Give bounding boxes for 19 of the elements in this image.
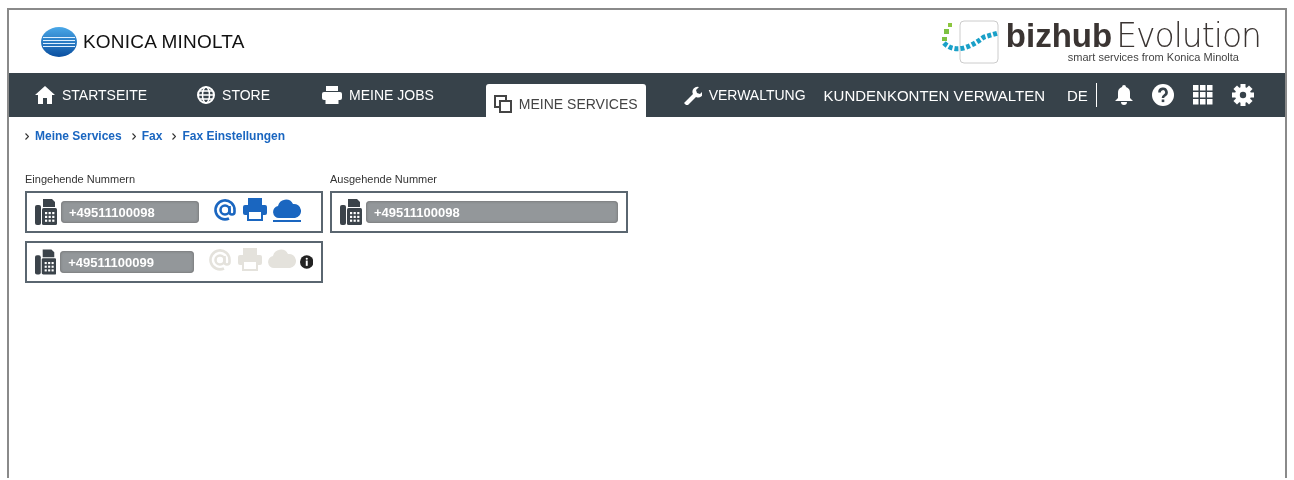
tagline: smart services from Konica Minolta — [1067, 50, 1239, 63]
nav-tab[interactable]: VERWALTUNG — [681, 73, 806, 117]
section-label: Ausgehende Nummer — [330, 173, 438, 185]
nav-tab[interactable]: STORE — [197, 73, 297, 117]
breadcrumb-link[interactable]: Fax — [141, 129, 163, 143]
phone-number-field: +49511100098 — [61, 201, 199, 223]
product-name: Evolution — [1116, 20, 1261, 51]
brand-name: KONICA MINOLTA — [83, 30, 245, 53]
language-selector[interactable]: DE — [1067, 73, 1088, 117]
nav-tab[interactable]: MEINE SERVICES — [485, 84, 646, 117]
breadcrumb-link[interactable]: Meine Services — [35, 129, 122, 143]
phone-number-field: +49511100099 — [60, 251, 194, 273]
product-name: bizhub — [1005, 20, 1113, 51]
section-label: Eingehende Nummern — [25, 173, 137, 185]
nav-tab[interactable]: STARTSEITE — [35, 73, 174, 117]
phone-number-field: +49511100098 — [366, 201, 618, 223]
nav-tab[interactable]: KUNDENKONTEN VERWALTEN — [823, 73, 1046, 117]
breadcrumb-link[interactable]: Fax Einstellungen — [182, 129, 286, 143]
nav-tab[interactable]: MEINE JOBS — [322, 73, 460, 117]
